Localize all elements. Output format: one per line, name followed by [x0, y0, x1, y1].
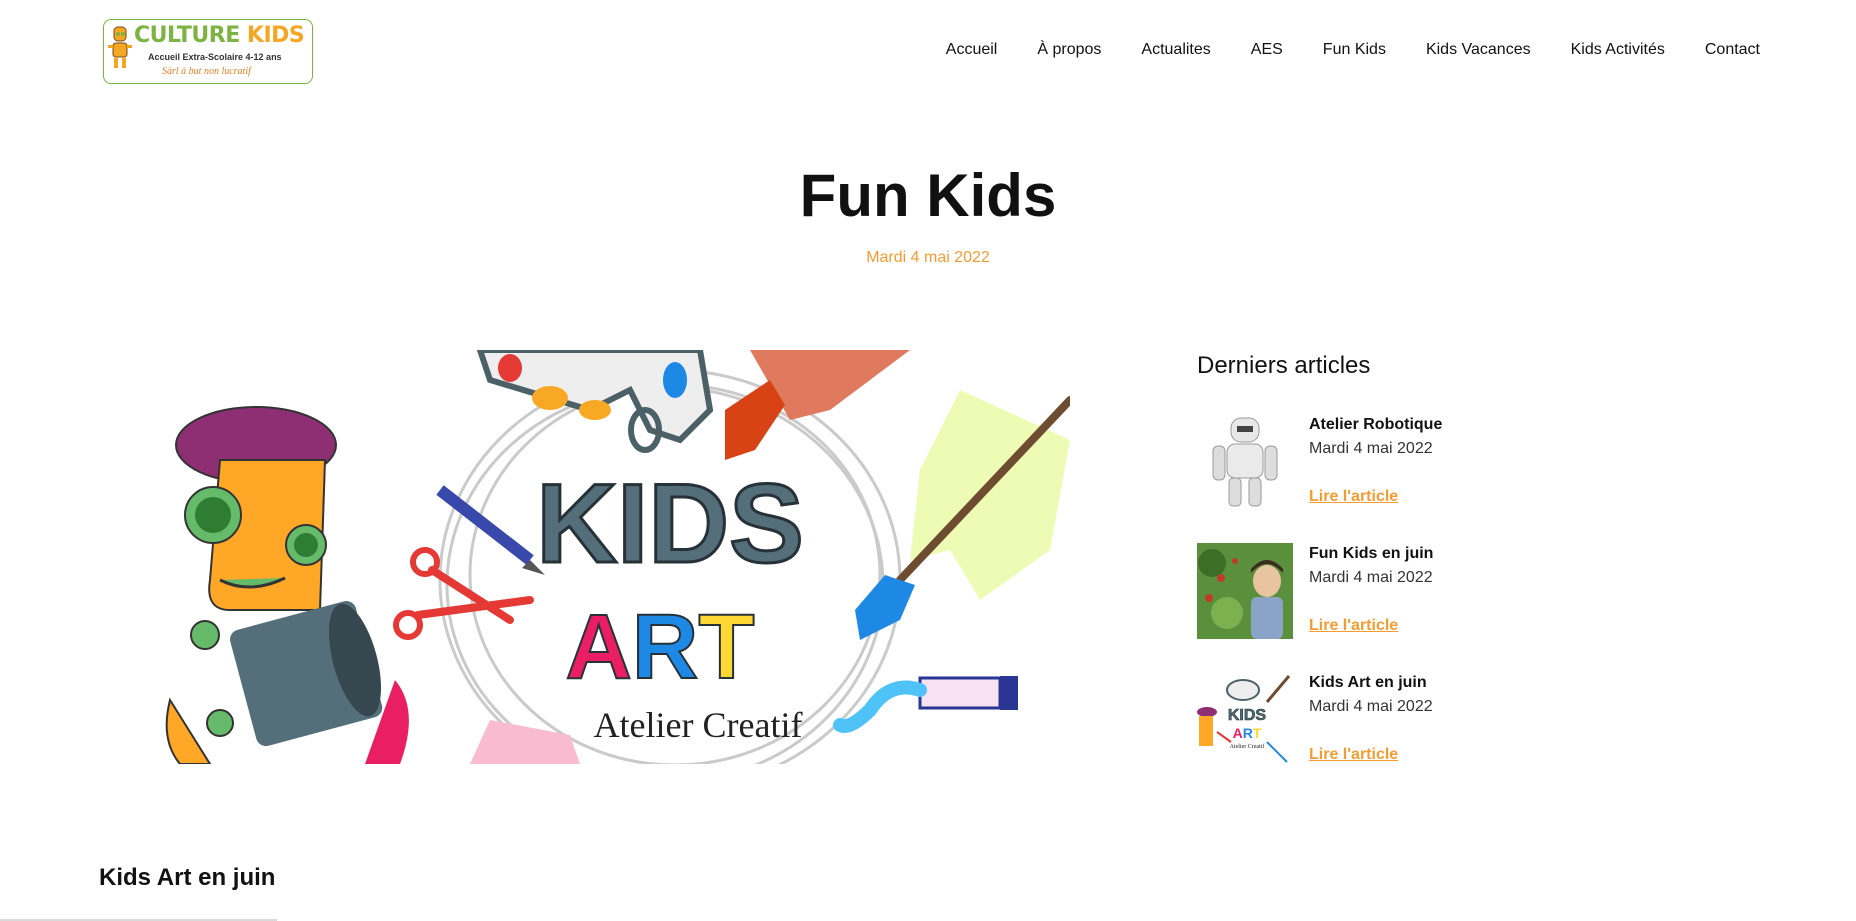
- nav-item-accueil[interactable]: Accueil: [946, 41, 998, 59]
- read-article-link[interactable]: Lire l'article: [1309, 488, 1398, 506]
- thumb-text-kids: KIDS: [1228, 707, 1267, 724]
- main-nav: Accueil À propos Actualites AES Fun Kids…: [946, 41, 1760, 59]
- article-date: Mardi 4 mai 2022: [1309, 440, 1433, 457]
- sidebar-latest-articles: Derniers articles Atelier Robotique Mard…: [1197, 352, 1597, 768]
- nav-item-a-propos[interactable]: À propos: [1037, 41, 1101, 59]
- nav-item-aes[interactable]: AES: [1251, 41, 1283, 59]
- article-title[interactable]: Atelier Robotique: [1309, 416, 1442, 434]
- article-title[interactable]: Kids Art en juin: [1309, 674, 1427, 692]
- article-item[interactable]: Atelier Robotique Mardi 4 mai 2022 Lire …: [1197, 414, 1597, 510]
- thumb-text-art: ART: [1233, 725, 1262, 741]
- article-item[interactable]: KIDS ART Atelier Creatif Kids Art en jui…: [1197, 672, 1597, 768]
- featured-image: KIDS ART Atelier Creatif: [150, 350, 1070, 764]
- read-article-link[interactable]: Lire l'article: [1309, 617, 1398, 635]
- article-thumbnail[interactable]: [1197, 543, 1293, 639]
- page-title: Fun Kids: [799, 162, 1057, 229]
- page-date: Mardi 4 mai 2022: [866, 249, 990, 266]
- logo-title: CULTURE KIDS: [134, 23, 305, 48]
- nav-item-actualites[interactable]: Actualites: [1141, 41, 1210, 59]
- sidebar-heading: Derniers articles: [1197, 352, 1371, 379]
- article-thumbnail[interactable]: KIDS ART Atelier Creatif: [1197, 672, 1293, 768]
- article-thumbnail[interactable]: [1197, 414, 1293, 510]
- thumb-text-atelier: Atelier Creatif: [1230, 743, 1265, 750]
- article-date: Mardi 4 mai 2022: [1309, 569, 1433, 586]
- featured-text-atelier: Atelier Creatif: [594, 705, 803, 745]
- site-logo[interactable]: CULTURE KIDS Accueil Extra-Scolaire 4-12…: [103, 19, 313, 84]
- article-title[interactable]: Fun Kids en juin: [1309, 545, 1433, 563]
- featured-text-kids: KIDS: [536, 461, 804, 586]
- nav-item-kids-activites[interactable]: Kids Activités: [1571, 41, 1665, 59]
- section-title: Kids Art en juin: [99, 864, 276, 891]
- read-article-link[interactable]: Lire l'article: [1309, 746, 1398, 764]
- article-date: Mardi 4 mai 2022: [1309, 698, 1433, 715]
- nav-item-contact[interactable]: Contact: [1705, 41, 1760, 59]
- robot-mascot-icon: [108, 26, 132, 68]
- article-item[interactable]: Fun Kids en juin Mardi 4 mai 2022 Lire l…: [1197, 543, 1597, 639]
- featured-text-art: ART: [565, 596, 754, 698]
- logo-subtitle: Accueil Extra-Scolaire 4-12 ans: [148, 52, 282, 62]
- logo-tagline: Sàrl à but non lucratif: [162, 66, 251, 77]
- nav-item-fun-kids[interactable]: Fun Kids: [1323, 41, 1386, 59]
- nav-item-kids-vacances[interactable]: Kids Vacances: [1426, 41, 1531, 59]
